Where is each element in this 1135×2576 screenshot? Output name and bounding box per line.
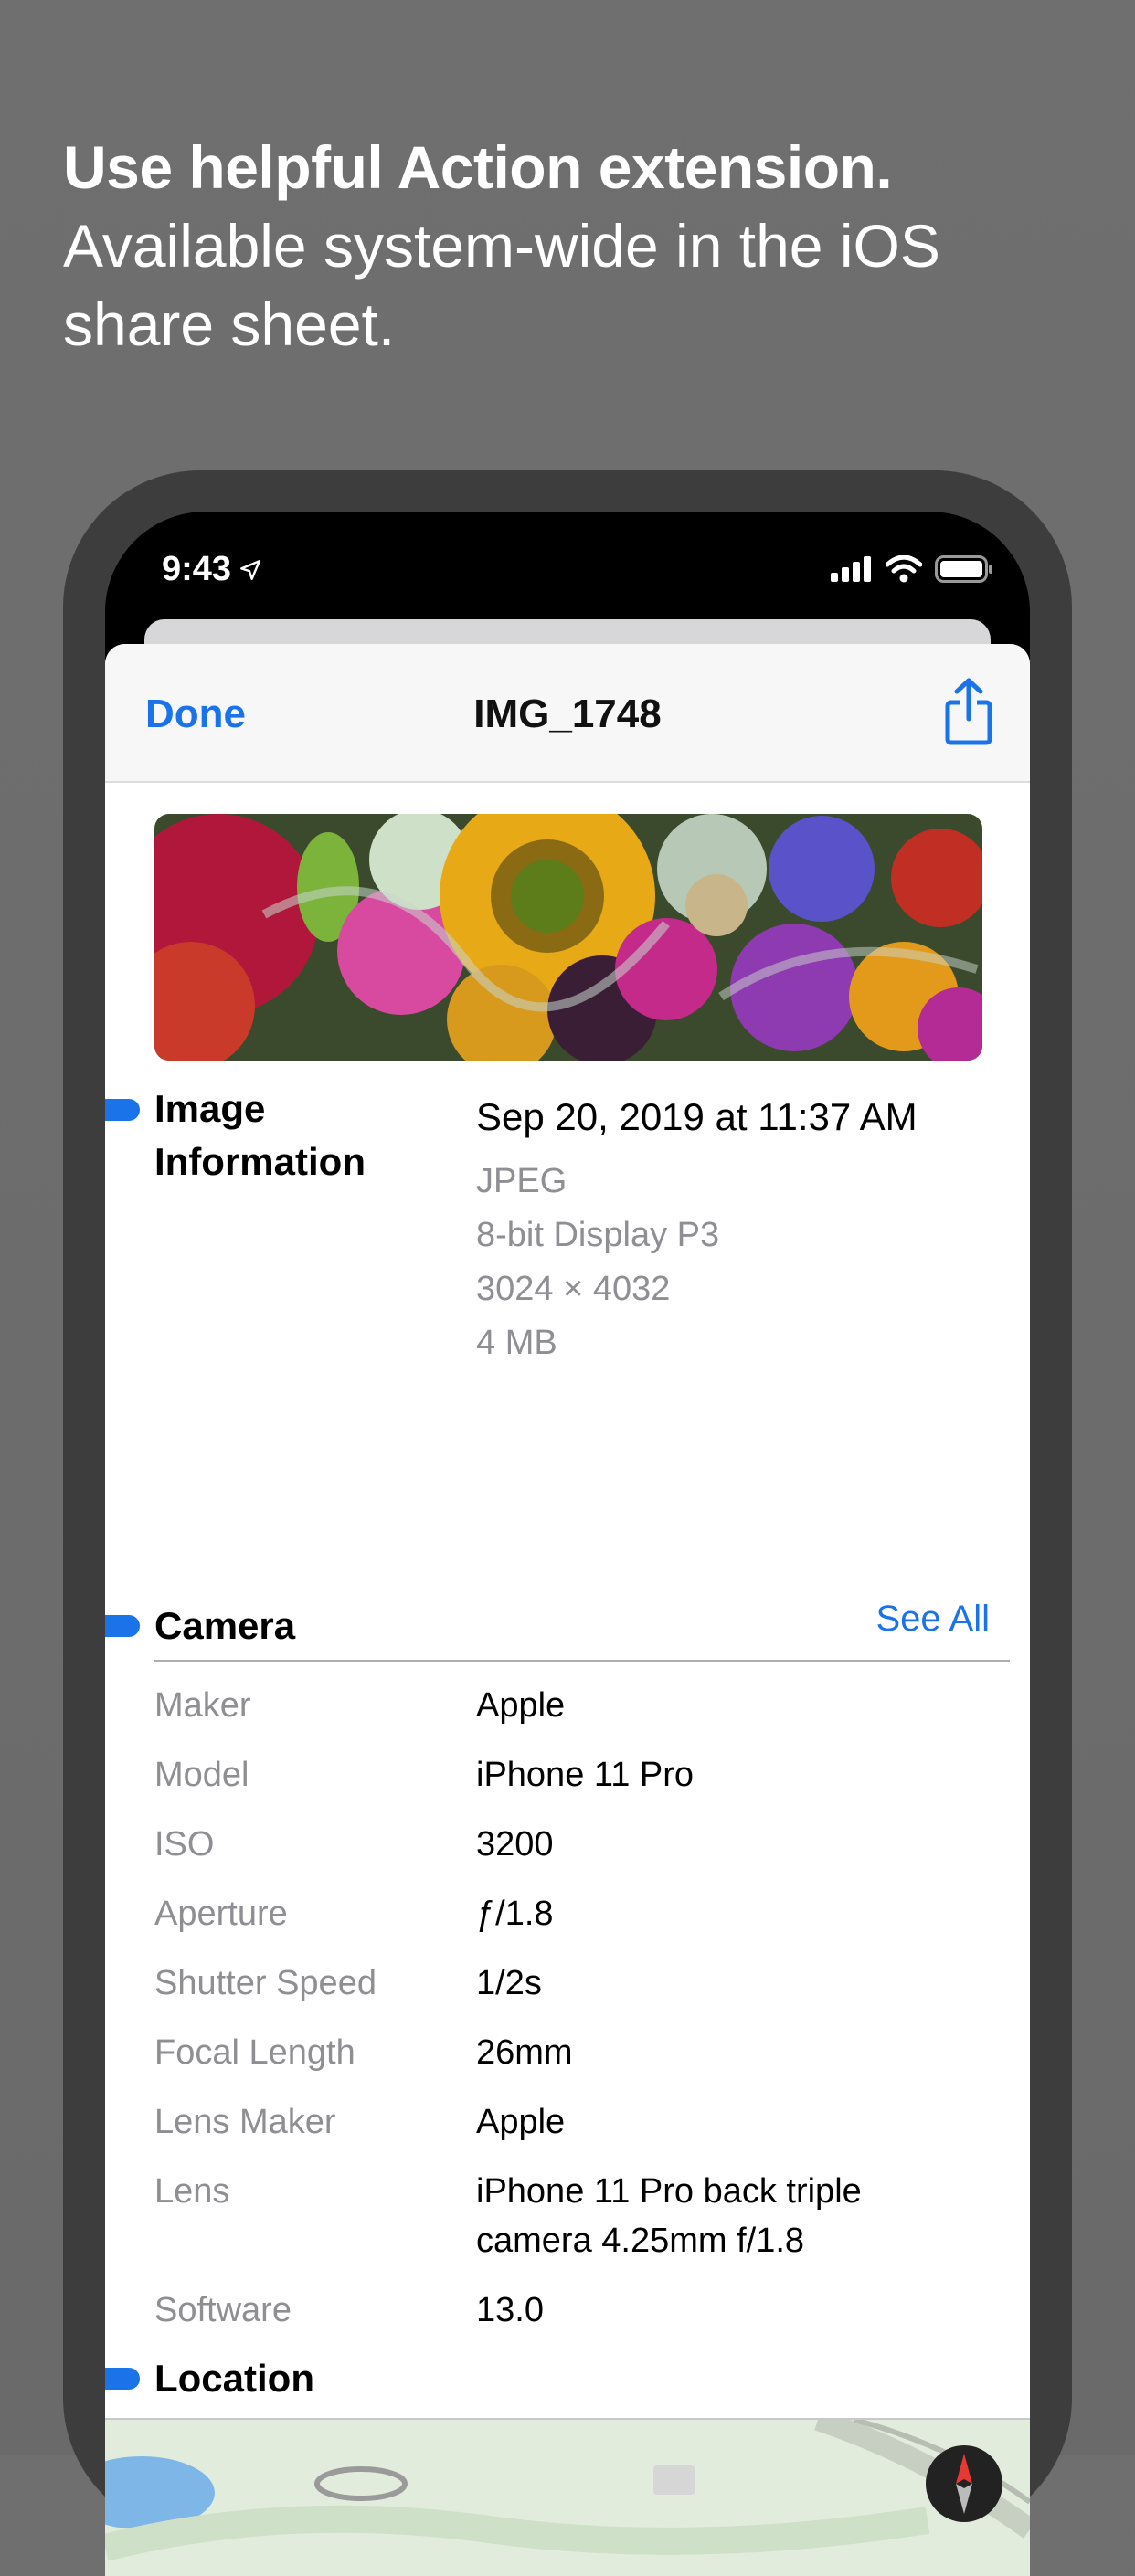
section-marker: [105, 1615, 140, 1637]
camera-details: Maker Apple Model iPhone 11 Pro ISO 3200…: [154, 1681, 977, 2355]
detail-label: Lens: [154, 2172, 230, 2211]
file-size: 4 MB: [476, 1324, 557, 1362]
flower-photo: [154, 814, 982, 1061]
sheet-title: IMG_1748: [473, 692, 662, 736]
detail-label: Software: [154, 2291, 292, 2329]
color-profile: 8-bit Display P3: [476, 1216, 720, 1254]
cellular-signal-icon: [831, 556, 871, 582]
detail-label: Focal Length: [154, 2033, 355, 2072]
detail-value: Apple: [476, 1686, 566, 1725]
image-dimensions: 3024 × 4032: [476, 1270, 671, 1308]
wifi-icon: [886, 555, 922, 583]
detail-row: ISO 3200: [154, 1820, 977, 1869]
promo-subline-2: share sheet.: [63, 290, 396, 358]
detail-row: Focal Length 26mm: [154, 2028, 977, 2077]
detail-row: Aperture ƒ/1.8: [154, 1889, 977, 1938]
detail-value: 1/2s: [476, 1964, 542, 2002]
section-marker: [105, 1099, 140, 1121]
detail-value: 13.0: [476, 2291, 544, 2329]
promo-subline-1: Available system-wide in the iOS: [63, 212, 940, 280]
detail-label: ISO: [154, 1825, 215, 1863]
detail-label: Lens Maker: [154, 2103, 336, 2141]
detail-value: iPhone 11 Pro: [476, 1756, 695, 1794]
section-divider: [154, 1660, 1010, 1662]
status-time: 9:43: [162, 550, 262, 589]
image-information-heading-line-2: Information: [154, 1140, 366, 1183]
detail-label: Maker: [154, 1686, 251, 1725]
detail-value: ƒ/1.8: [476, 1895, 554, 1933]
share-icon: [945, 678, 992, 745]
detail-row: Lens Maker Apple: [154, 2097, 977, 2147]
capture-date: Sep 20, 2019 at 11:37 AM: [476, 1095, 918, 1138]
detail-row: Model iPhone 11 Pro: [154, 1750, 977, 1800]
section-marker: [105, 2368, 140, 2390]
detail-row: Maker Apple: [154, 1681, 977, 1730]
device-frame: 9:43 Done IMG_1748 Image Information Sep…: [63, 470, 1072, 2576]
map-tiles: [105, 2409, 1030, 2576]
location-map[interactable]: [105, 2409, 1030, 2576]
status-icons: [831, 555, 993, 583]
image-information-heading: Image Information: [154, 1082, 366, 1188]
promo-headline: Use helpful Action extension.: [63, 133, 893, 201]
detail-label: Shutter Speed: [154, 1964, 377, 2002]
battery-icon: [935, 555, 992, 583]
navigation-bar: Done IMG_1748: [105, 644, 1030, 783]
location-heading: Location: [154, 2357, 314, 2400]
promo-text: Use helpful Action extension. Available …: [63, 128, 1068, 364]
info-sheet: Done IMG_1748 Image Information Sep 20, …: [105, 644, 1030, 2576]
image-format: JPEG: [476, 1162, 568, 1200]
see-all-button[interactable]: See All: [875, 1599, 990, 1640]
image-information-heading-line-1: Image: [154, 1087, 266, 1130]
detail-row: Shutter Speed 1/2s: [154, 1958, 977, 2008]
detail-value: 3200: [476, 1825, 554, 1863]
detail-value: Apple: [476, 2103, 566, 2141]
detail-row: Lens iPhone 11 Pro back triple camera 4.…: [154, 2167, 977, 2265]
detail-label: Aperture: [154, 1895, 288, 1933]
device-screen: 9:43 Done IMG_1748 Image Information Sep…: [105, 512, 1030, 2576]
image-information-details: Sep 20, 2019 at 11:37 AM JPEG 8-bit Disp…: [476, 1090, 988, 1370]
camera-heading: Camera: [154, 1604, 296, 1647]
share-button[interactable]: [944, 677, 993, 751]
detail-value: iPhone 11 Pro back triple camera 4.25mm …: [476, 2172, 862, 2260]
detail-row: Software 13.0: [154, 2286, 977, 2335]
photo-thumbnail[interactable]: [154, 814, 982, 1061]
detail-label: Model: [154, 1756, 249, 1794]
location-arrow-icon: [240, 559, 261, 580]
status-time-label: 9:43: [162, 550, 232, 588]
detail-value: 26mm: [476, 2033, 573, 2072]
